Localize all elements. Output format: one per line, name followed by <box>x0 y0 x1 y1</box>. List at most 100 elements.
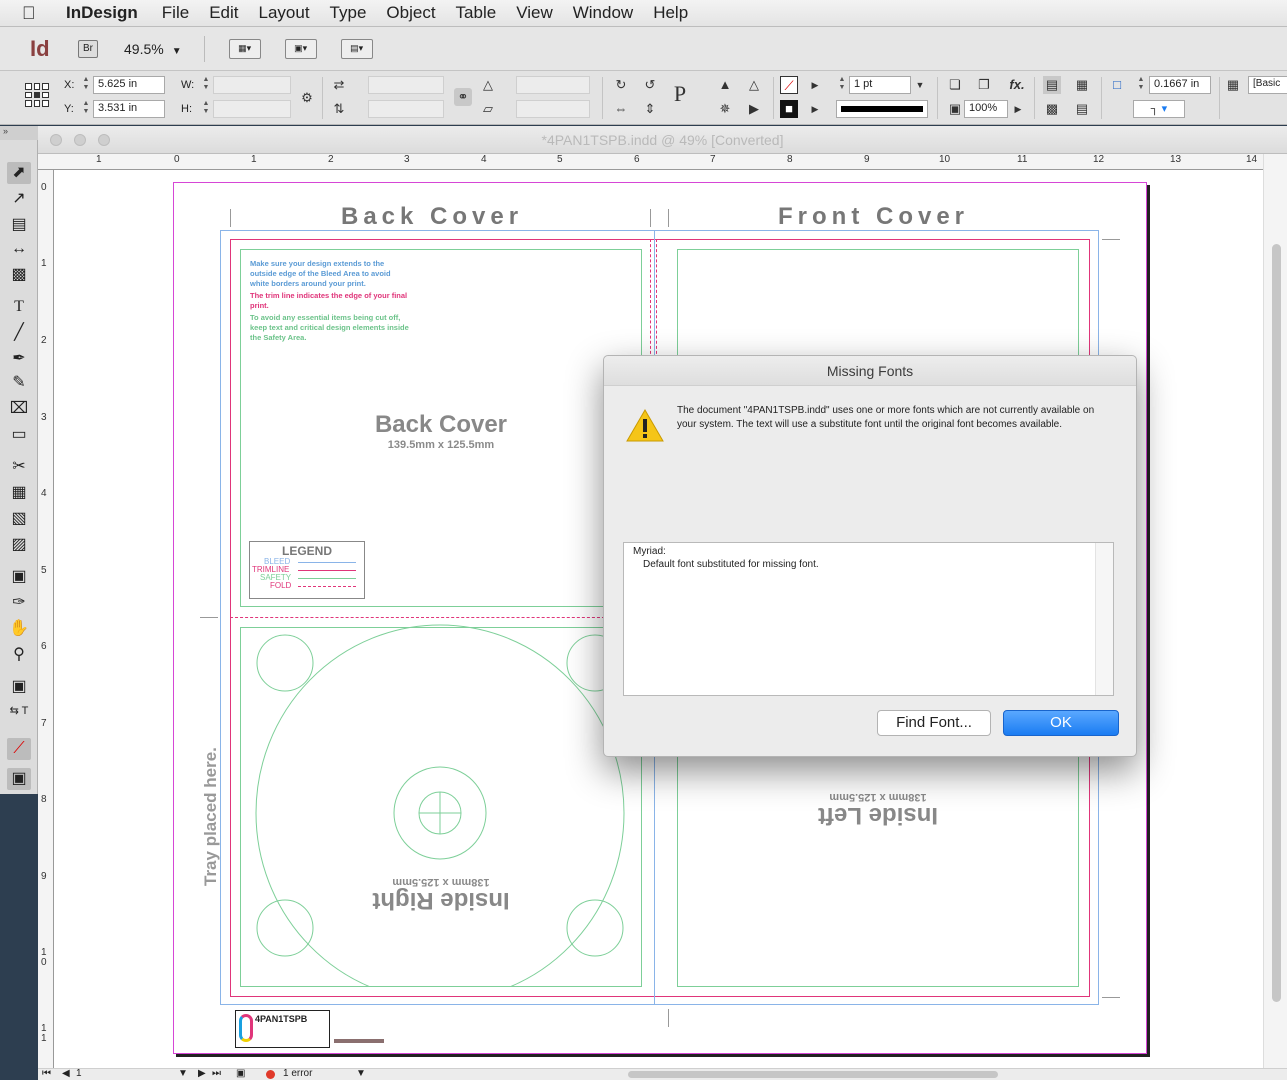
zoom-level-dropdown[interactable]: 49.5% ▼ <box>124 41 182 57</box>
stroke-menu-icon[interactable]: ▶ <box>806 100 824 118</box>
menu-edit[interactable]: Edit <box>209 3 238 23</box>
drop-shadow-icon[interactable]: ❏ <box>946 76 964 94</box>
corner-options-icon[interactable]: □ <box>1108 76 1126 94</box>
free-transform-tool-icon[interactable]: ▦ <box>7 482 31 504</box>
previous-page-icon[interactable]: ◀ <box>62 1068 70 1079</box>
stroke-weight-field[interactable]: 1 pt <box>849 76 911 94</box>
x-stepper[interactable]: ▲ ▼ <box>80 76 92 94</box>
first-page-icon[interactable]: ⏮ <box>42 1068 51 1079</box>
scissors-tool-icon[interactable]: ✂ <box>7 456 31 478</box>
menu-file[interactable]: File <box>162 3 189 23</box>
tools-panel-header[interactable]: » <box>0 126 38 140</box>
link-chain-icon[interactable]: ⚭ <box>454 88 472 106</box>
opacity-field[interactable]: 100% <box>964 100 1008 118</box>
y-stepper[interactable]: ▲ ▼ <box>80 100 92 118</box>
text-wrap-none-icon[interactable]: ▤ <box>1043 76 1061 94</box>
reference-point-icon[interactable] <box>25 83 49 107</box>
last-page-icon[interactable]: ⏭ <box>212 1068 221 1079</box>
bridge-button[interactable]: Br <box>78 39 98 58</box>
menu-app-name[interactable]: InDesign <box>66 3 138 23</box>
h-stepper[interactable]: ▲ ▼ <box>200 100 212 118</box>
find-font-button[interactable]: Find Font... <box>877 710 991 736</box>
select-next-icon[interactable]: ▶ <box>745 100 763 118</box>
hand-tool-icon[interactable]: ✋ <box>7 618 31 640</box>
apple-menu-icon[interactable]:  <box>22 3 52 24</box>
rotate-cw-icon[interactable]: ↻ <box>612 76 630 94</box>
text-wrap-box-icon[interactable]: ▦ <box>1073 76 1091 94</box>
vertical-scrollbar[interactable] <box>1263 154 1287 1068</box>
paragraph-icon[interactable]: P <box>671 83 689 105</box>
screen-mode-icon[interactable]: ▣ <box>7 768 31 790</box>
apply-none-icon[interactable]: ⟋ <box>7 738 31 760</box>
list-scrollbar[interactable] <box>1095 543 1113 695</box>
chevron-down-icon[interactable]: ▼ <box>911 76 929 94</box>
scale-y-field[interactable] <box>368 100 444 118</box>
text-wrap-shape-icon[interactable]: ▩ <box>1043 100 1061 118</box>
text-wrap-jump-icon[interactable]: ▤ <box>1073 100 1091 118</box>
select-container-icon[interactable]: ▲ <box>716 76 734 94</box>
pencil-tool-icon[interactable]: ✎ <box>7 372 31 394</box>
vertical-scroll-thumb[interactable] <box>1272 244 1281 1002</box>
opacity-menu-icon[interactable]: ▶ <box>1009 100 1027 118</box>
flip-vertical-icon[interactable]: ⇕ <box>641 100 659 118</box>
rotate-ccw-icon[interactable]: ↺ <box>641 76 659 94</box>
stroke-type-dropdown[interactable] <box>836 100 928 118</box>
fill-stroke-swatch-icon[interactable]: ▣ <box>7 676 31 698</box>
object-style-field[interactable]: [Basic <box>1248 76 1287 94</box>
gradient-feather-tool-icon[interactable]: ▨ <box>7 534 31 556</box>
zoom-tool-icon[interactable]: ⚲ <box>7 644 31 666</box>
vertical-ruler[interactable]: 0 1 2 3 4 5 6 7 8 9 1 0 1 1 <box>38 170 54 1068</box>
note-tool-icon[interactable]: ▣ <box>7 566 31 588</box>
y-position-field[interactable]: 3.531 in <box>93 100 165 118</box>
gap-tool-icon[interactable]: ↔ <box>7 238 31 260</box>
corner-shape-dropdown[interactable]: ┐ ▾ <box>1133 100 1185 118</box>
corner-size-stepper[interactable]: ▲ ▼ <box>1135 76 1147 94</box>
rotation-field[interactable] <box>516 76 590 94</box>
horizontal-scroll-thumb[interactable] <box>628 1071 998 1078</box>
rectangle-frame-tool-icon[interactable]: ⌧ <box>7 398 31 420</box>
view-options-button[interactable]: ▦▾ <box>228 38 261 59</box>
rectangle-tool-icon[interactable]: ▭ <box>7 424 31 446</box>
width-field[interactable] <box>213 76 291 94</box>
page-number-field[interactable]: 1 <box>76 1068 82 1079</box>
menu-table[interactable]: Table <box>456 3 497 23</box>
minimize-window-button[interactable] <box>74 134 86 146</box>
missing-fonts-list[interactable]: Myriad: Default font substituted for mis… <box>623 542 1114 696</box>
effects-fx-icon[interactable]: fx. <box>1004 76 1030 94</box>
preflight-status[interactable]: 1 error <box>283 1068 312 1079</box>
x-position-field[interactable]: 5.625 in <box>93 76 165 94</box>
w-stepper[interactable]: ▲ ▼ <box>200 76 212 94</box>
direct-selection-tool-icon[interactable]: ↗ <box>7 188 31 210</box>
screen-mode-button[interactable]: ▣▾ <box>284 38 317 59</box>
content-collector-icon[interactable]: ▩ <box>7 264 31 286</box>
menu-object[interactable]: Object <box>386 3 435 23</box>
height-field[interactable] <box>213 100 291 118</box>
stroke-weight-stepper[interactable]: ▲ ▼ <box>836 76 848 94</box>
fill-menu-icon[interactable]: ▶ <box>806 76 824 94</box>
stroke-swatch-icon[interactable]: ■ <box>780 100 798 118</box>
close-window-button[interactable] <box>50 134 62 146</box>
menu-layout[interactable]: Layout <box>259 3 310 23</box>
selection-tool-icon[interactable]: ⬈ <box>7 162 31 184</box>
shear-field[interactable] <box>516 100 590 118</box>
eyedropper-tool-icon[interactable]: ✑ <box>7 592 31 614</box>
horizontal-ruler[interactable]: 1 0 1 2 3 4 5 6 7 8 9 10 11 12 13 14 <box>38 154 1263 170</box>
menu-type[interactable]: Type <box>330 3 367 23</box>
menu-window[interactable]: Window <box>573 3 633 23</box>
select-content-icon[interactable]: ✵ <box>716 100 734 118</box>
type-tool-icon[interactable]: T <box>7 296 31 318</box>
line-tool-icon[interactable]: ╱ <box>7 322 31 344</box>
constrain-proportions-icon[interactable]: ⚙ <box>298 89 316 107</box>
corner-size-field[interactable]: 0.1667 in <box>1149 76 1211 94</box>
next-page-icon[interactable]: ▶ <box>198 1068 206 1079</box>
zoom-window-button[interactable] <box>98 134 110 146</box>
effects-shadow-icon[interactable]: ❐ <box>975 76 993 94</box>
ok-button[interactable]: OK <box>1003 710 1119 736</box>
gradient-swatch-tool-icon[interactable]: ▧ <box>7 508 31 530</box>
swap-fill-stroke-icon[interactable]: ⇆ T <box>7 700 31 722</box>
select-previous-icon[interactable]: △ <box>745 76 763 94</box>
fill-none-swatch-icon[interactable]: ⟋ <box>780 76 798 94</box>
page-tool-icon[interactable]: ▤ <box>7 214 31 236</box>
object-style-icon[interactable]: ▦ <box>1224 76 1242 94</box>
flip-horizontal-icon[interactable]: ⇔ <box>612 100 630 118</box>
